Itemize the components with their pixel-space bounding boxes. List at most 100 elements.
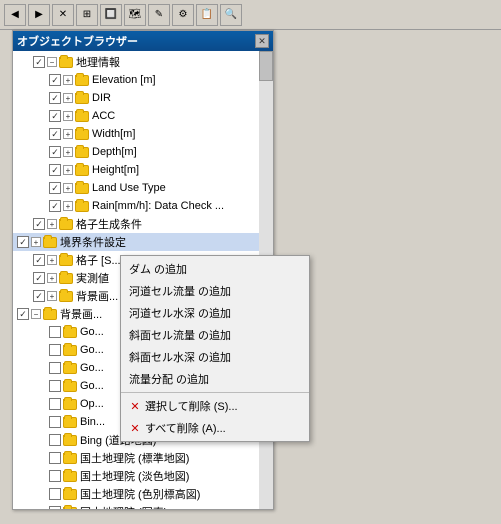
menu-item-slope-depth[interactable]: 斜面セル水深 の追加 <box>121 346 309 368</box>
expand-boundary[interactable]: + <box>31 237 41 247</box>
folder-icon-grid <box>59 219 73 230</box>
tree-item-elev[interactable]: + Elevation [m] <box>13 71 273 89</box>
label-op: Op... <box>80 398 104 410</box>
expand-dir[interactable]: + <box>63 93 73 103</box>
checkbox-dir[interactable] <box>49 92 61 104</box>
folder-icon-boundary <box>43 237 57 248</box>
checkbox-bin1[interactable] <box>49 416 61 428</box>
expand-rain[interactable]: + <box>63 201 73 211</box>
toolbar-btn-8[interactable]: ⚙ <box>172 4 194 26</box>
checkbox-haikei2[interactable] <box>17 308 29 320</box>
tree-item-kokudo1[interactable]: 国土地理院 (標準地図) <box>13 449 273 467</box>
tree-item-acc[interactable]: + ACC <box>13 107 273 125</box>
tree-item-kokudo2[interactable]: 国土地理院 (淡色地図) <box>13 467 273 485</box>
checkbox-geo[interactable] <box>33 56 45 68</box>
label-kokudo4: 国土地理院 (写真) <box>80 504 167 509</box>
folder-icon-go3 <box>63 363 77 374</box>
tree-item-grid[interactable]: + 格子生成条件 <box>13 215 273 233</box>
label-haikei2: 背景画... <box>60 306 102 322</box>
expand-jissoku[interactable]: + <box>47 273 57 283</box>
tree-item-rain[interactable]: + Rain[mm/h]: Data Check ... <box>13 197 273 215</box>
menu-item-select-delete[interactable]: ✕ 選択して削除 (S)... <box>121 395 309 417</box>
titlebar: オブジェクトブラウザー ✕ <box>13 31 273 51</box>
expand-depth[interactable]: + <box>63 147 73 157</box>
checkbox-boundary[interactable] <box>17 236 29 248</box>
toolbar-btn-9[interactable]: 📋 <box>196 4 218 26</box>
toolbar-btn-10[interactable]: 🔍 <box>220 4 242 26</box>
checkbox-depth[interactable] <box>49 146 61 158</box>
menu-item-slope-flow[interactable]: 斜面セル流量 の追加 <box>121 324 309 346</box>
checkbox-kokudo4[interactable] <box>49 506 61 509</box>
checkbox-acc[interactable] <box>49 110 61 122</box>
label-dir: DIR <box>92 92 111 104</box>
expand-geo[interactable]: − <box>47 57 57 67</box>
checkbox-koshi[interactable] <box>33 254 45 266</box>
expand-koshi[interactable]: + <box>47 255 57 265</box>
checkbox-go2[interactable] <box>49 344 61 356</box>
toolbar-btn-3[interactable]: ✕ <box>52 4 74 26</box>
expand-haikei1[interactable]: + <box>47 291 57 301</box>
tree-item-dir[interactable]: + DIR <box>13 89 273 107</box>
checkbox-kokudo3[interactable] <box>49 488 61 500</box>
menu-label-river-flow: 河道セル流量 の追加 <box>129 283 231 299</box>
checkbox-go4[interactable] <box>49 380 61 392</box>
tree-item-width[interactable]: + Width[m] <box>13 125 273 143</box>
tree-item-depth[interactable]: + Depth[m] <box>13 143 273 161</box>
checkbox-op[interactable] <box>49 398 61 410</box>
expand-haikei2[interactable]: − <box>31 309 41 319</box>
label-kokudo3: 国土地理院 (色別標高図) <box>80 486 200 502</box>
menu-label-flow-dist: 流量分配 の追加 <box>129 371 209 387</box>
checkbox-rain[interactable] <box>49 200 61 212</box>
toolbar-btn-2[interactable]: ▶ <box>28 4 50 26</box>
menu-item-dam[interactable]: ダム の追加 <box>121 258 309 280</box>
checkbox-landuse[interactable] <box>49 182 61 194</box>
checkbox-kokudo2[interactable] <box>49 470 61 482</box>
checkbox-go1[interactable] <box>49 326 61 338</box>
menu-item-flow-dist[interactable]: 流量分配 の追加 <box>121 368 309 390</box>
toolbar-btn-4[interactable]: ⊞ <box>76 4 98 26</box>
folder-icon-bing-road <box>63 435 77 446</box>
label-grid: 格子生成条件 <box>76 216 142 232</box>
expand-height[interactable]: + <box>63 165 73 175</box>
close-button[interactable]: ✕ <box>255 34 269 48</box>
checkbox-height[interactable] <box>49 164 61 176</box>
toolbar-btn-5[interactable]: 🔲 <box>100 4 122 26</box>
tree-item-boundary[interactable]: + 境界条件設定 <box>13 233 273 251</box>
folder-icon-elev <box>75 75 89 86</box>
expand-grid[interactable]: + <box>47 219 57 229</box>
folder-icon-height <box>75 165 89 176</box>
expand-acc[interactable]: + <box>63 111 73 121</box>
menu-label-dam: ダム の追加 <box>129 261 187 277</box>
checkbox-kokudo1[interactable] <box>49 452 61 464</box>
tree-item-kokudo4[interactable]: 国土地理院 (写真) <box>13 503 273 509</box>
folder-icon-rain <box>75 201 89 212</box>
expand-width[interactable]: + <box>63 129 73 139</box>
scrollbar-thumb[interactable] <box>259 51 273 81</box>
menu-label-river-depth: 河道セル水深 の追加 <box>129 305 231 321</box>
folder-icon-acc <box>75 111 89 122</box>
menu-item-all-delete[interactable]: ✕ すべて削除 (A)... <box>121 417 309 439</box>
checkbox-go3[interactable] <box>49 362 61 374</box>
folder-icon-op <box>63 399 77 410</box>
tree-item-height[interactable]: + Height[m] <box>13 161 273 179</box>
toolbar-btn-7[interactable]: ✎ <box>148 4 170 26</box>
folder-icon-bin1 <box>63 417 77 428</box>
tree-item-kokudo3[interactable]: 国土地理院 (色別標高図) <box>13 485 273 503</box>
toolbar-btn-1[interactable]: ◀ <box>4 4 26 26</box>
menu-item-river-flow[interactable]: 河道セル流量 の追加 <box>121 280 309 302</box>
tree-item-geo[interactable]: − 地理情報 <box>13 53 273 71</box>
checkbox-bing-road[interactable] <box>49 434 61 446</box>
checkbox-grid[interactable] <box>33 218 45 230</box>
checkbox-elev[interactable] <box>49 74 61 86</box>
checkbox-width[interactable] <box>49 128 61 140</box>
tree-item-landuse[interactable]: + Land Use Type <box>13 179 273 197</box>
checkbox-haikei1[interactable] <box>33 290 45 302</box>
expand-landuse[interactable]: + <box>63 183 73 193</box>
checkbox-jissoku[interactable] <box>33 272 45 284</box>
label-bin1: Bin... <box>80 416 105 428</box>
menu-item-river-depth[interactable]: 河道セル水深 の追加 <box>121 302 309 324</box>
folder-icon-kokudo1 <box>63 453 77 464</box>
toolbar-btn-6[interactable]: 🗺 <box>124 4 146 26</box>
menu-label-all-delete: すべて削除 (A)... <box>145 420 226 436</box>
expand-elev[interactable]: + <box>63 75 73 85</box>
